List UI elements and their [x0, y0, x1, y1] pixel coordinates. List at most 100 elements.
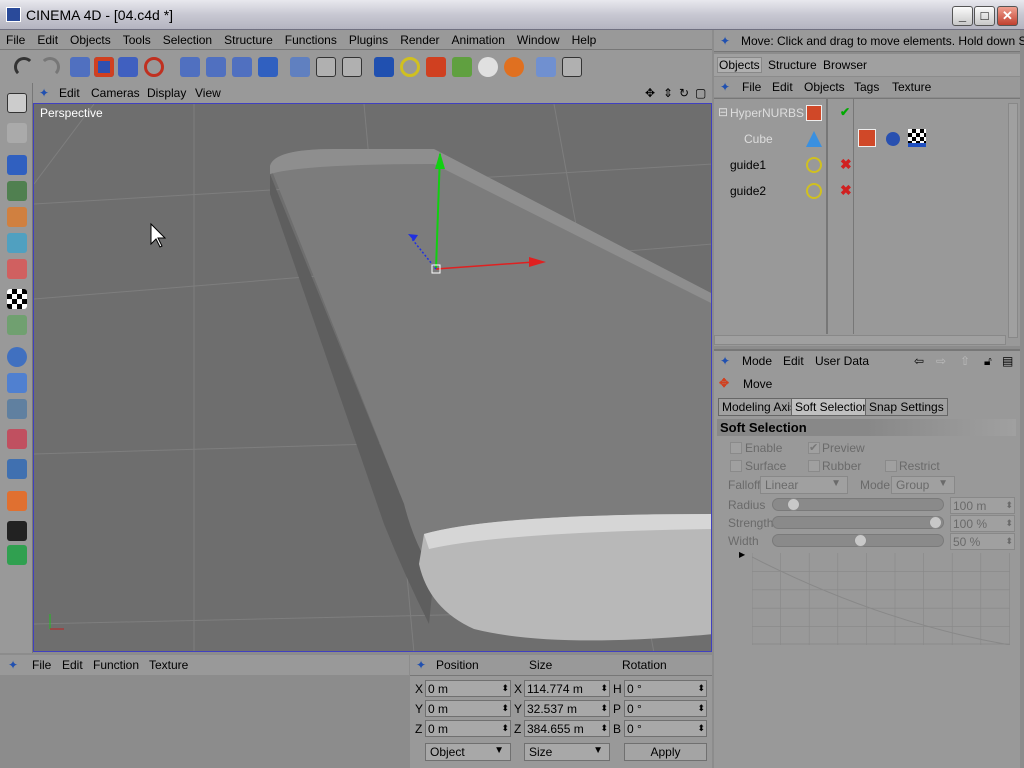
tab-soft-selection[interactable]: Soft Selection	[791, 398, 874, 416]
disabled-x-icon[interactable]: ✖	[840, 156, 852, 173]
rotation-p-field[interactable]: 0 ° ⬍	[624, 700, 707, 717]
radius-field[interactable]: 100 m ⬍	[950, 497, 1015, 514]
menu-functions[interactable]: Functions	[279, 30, 343, 47]
object-row-guide1[interactable]: guide1 ✖	[714, 155, 854, 175]
move-view-icon[interactable]: ✥	[645, 86, 655, 100]
nurbs-icon[interactable]	[426, 57, 446, 77]
edges-mode-icon[interactable]	[7, 233, 27, 253]
material-menu-function[interactable]: Function	[93, 658, 139, 672]
render-settings-icon[interactable]	[342, 57, 362, 77]
apply-button[interactable]: Apply	[624, 743, 707, 761]
rotation-h-field[interactable]: 0 ° ⬍	[624, 680, 707, 697]
cube-object-icon[interactable]	[374, 57, 394, 77]
object-row-cube[interactable]: Cube	[714, 129, 854, 149]
deformer-icon[interactable]	[504, 57, 524, 77]
help-pointer-icon[interactable]	[536, 57, 556, 77]
slider-knob[interactable]	[786, 498, 800, 511]
spline-icon[interactable]	[400, 57, 420, 77]
zoom-view-icon[interactable]: ⇕	[663, 86, 673, 100]
menu-selection[interactable]: Selection	[157, 30, 218, 47]
menu-file[interactable]: File	[0, 30, 31, 47]
am-menu-mode[interactable]: Mode	[742, 354, 772, 368]
enable-checkbox[interactable]	[730, 442, 742, 454]
rotate-tool-icon[interactable]	[144, 57, 164, 77]
position-x-field[interactable]: 0 m ⬍	[425, 680, 511, 697]
snap-icon[interactable]	[7, 521, 27, 541]
position-y-field[interactable]: 0 m ⬍	[425, 700, 511, 717]
size-mode-select[interactable]: Size ▼	[524, 743, 610, 761]
up-arrow-icon[interactable]: ⇧	[960, 354, 970, 368]
z-axis-icon[interactable]	[232, 57, 252, 77]
menu-help[interactable]: Help	[566, 30, 603, 47]
model-mode-icon[interactable]	[7, 155, 27, 175]
select-icon[interactable]	[70, 57, 90, 77]
viewport-perspective[interactable]: Perspective	[33, 103, 712, 652]
rotate-view-icon[interactable]: ↻	[679, 86, 689, 100]
help-icon[interactable]	[562, 57, 582, 77]
tab-modeling-axis[interactable]: Modeling Axis	[718, 398, 801, 416]
radius-slider[interactable]	[772, 498, 944, 511]
minimize-button[interactable]: _	[952, 6, 973, 26]
om-menu-texture[interactable]: Texture	[892, 80, 931, 94]
x-axis-icon[interactable]	[180, 57, 200, 77]
inverse-kinematics-icon[interactable]	[7, 429, 27, 449]
preview-checkbox[interactable]: ✔	[808, 442, 820, 454]
collapse-icon[interactable]: ⊟	[718, 105, 728, 119]
falloff-select[interactable]: Linear ▼	[760, 476, 848, 494]
disabled-x-icon[interactable]: ✖	[840, 182, 852, 199]
y-axis-icon[interactable]	[206, 57, 226, 77]
coordinate-mode-select[interactable]: Object ▼	[425, 743, 511, 761]
om-menu-file[interactable]: File	[742, 80, 761, 94]
restrict-checkbox[interactable]	[885, 460, 897, 472]
surface-checkbox[interactable]	[730, 460, 742, 472]
viewport-menu-display[interactable]: Display	[147, 86, 186, 100]
render-picture-icon[interactable]	[316, 57, 336, 77]
tab-browser[interactable]: Browser	[823, 58, 867, 72]
scrollbar-vertical[interactable]	[1008, 103, 1018, 338]
scrollbar-horizontal[interactable]	[714, 335, 1006, 345]
size-z-field[interactable]: 384.655 m ⬍	[524, 720, 610, 737]
object-row-guide2[interactable]: guide2 ✖	[714, 181, 854, 201]
menu-window[interactable]: Window	[511, 30, 566, 47]
object-mode-icon[interactable]	[7, 123, 27, 143]
width-field[interactable]: 50 % ⬍	[950, 533, 1015, 550]
om-menu-tags[interactable]: Tags	[854, 80, 879, 94]
locked-workplane-icon[interactable]	[7, 491, 27, 511]
enabled-check-icon[interactable]: ✔	[840, 105, 850, 119]
redo-icon[interactable]	[40, 57, 60, 77]
back-arrow-icon[interactable]: ⇦	[914, 354, 924, 368]
light-icon[interactable]	[478, 57, 498, 77]
texture-mode-icon[interactable]	[7, 289, 27, 309]
strength-field[interactable]: 100 % ⬍	[950, 515, 1015, 532]
viewport-menu-edit[interactable]: Edit	[59, 86, 80, 100]
move-tool-icon[interactable]	[94, 57, 114, 77]
menu-animation[interactable]: Animation	[446, 30, 511, 47]
expand-triangle-icon[interactable]: ▶	[739, 550, 745, 559]
maximize-view-icon[interactable]: ▢	[695, 86, 706, 100]
viewport-menu-view[interactable]: View	[195, 86, 221, 100]
menu-edit[interactable]: Edit	[31, 30, 64, 47]
maximize-button[interactable]: □	[974, 6, 995, 26]
am-menu-edit[interactable]: Edit	[783, 354, 804, 368]
bone-tool-icon[interactable]	[7, 347, 27, 367]
am-menu-user-data[interactable]: User Data	[815, 354, 869, 368]
om-menu-edit[interactable]: Edit	[772, 80, 793, 94]
rubber-checkbox[interactable]	[808, 460, 820, 472]
strength-slider[interactable]	[772, 516, 944, 529]
render-view-icon[interactable]	[290, 57, 310, 77]
points-mode-icon[interactable]	[7, 207, 27, 227]
texture-tag-icon[interactable]	[908, 129, 926, 147]
menu-render[interactable]: Render	[394, 30, 445, 47]
rotation-b-field[interactable]: 0 ° ⬍	[624, 720, 707, 737]
menu-structure[interactable]: Structure	[218, 30, 279, 47]
slider-knob[interactable]	[929, 516, 942, 529]
close-button[interactable]: ✕	[997, 6, 1018, 26]
material-menu-edit[interactable]: Edit	[62, 658, 83, 672]
object-axis-icon[interactable]	[7, 181, 27, 201]
new-window-icon[interactable]: ▤	[1002, 354, 1013, 368]
phong-tag-icon[interactable]	[886, 132, 900, 146]
tab-structure[interactable]: Structure	[768, 58, 817, 72]
tab-snap-settings[interactable]: Snap Settings	[865, 398, 948, 416]
view-layout-icon[interactable]	[7, 93, 27, 113]
position-z-field[interactable]: 0 m ⬍	[425, 720, 511, 737]
